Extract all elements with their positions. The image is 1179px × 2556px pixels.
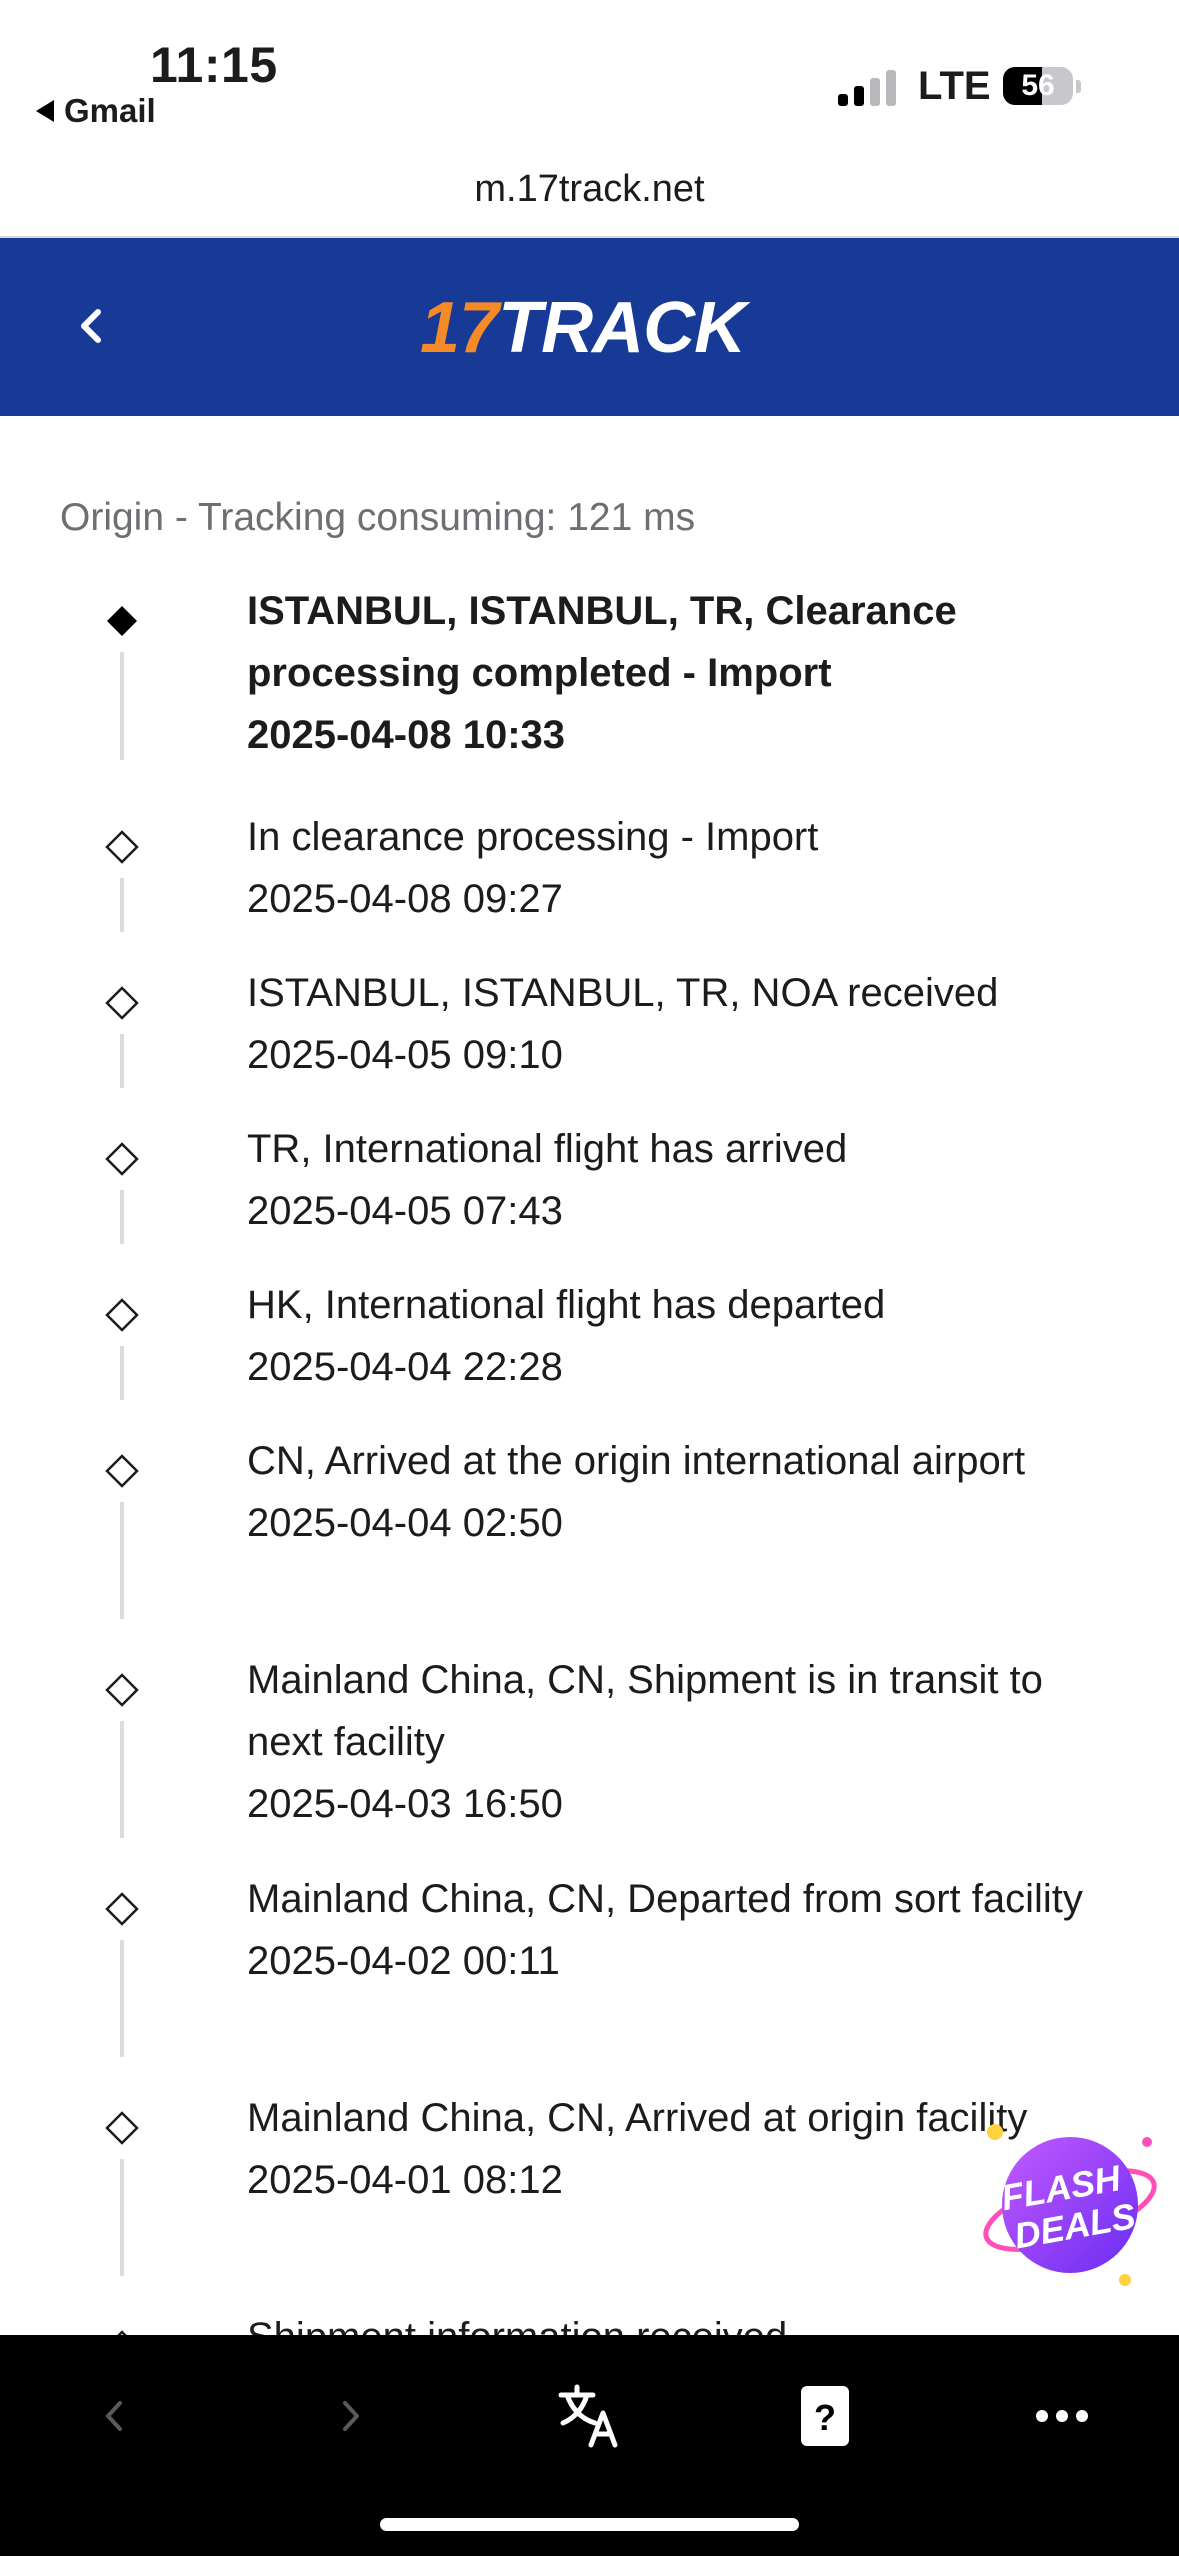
event-datetime: 2025-04-05 07:43 xyxy=(247,1189,563,1233)
flash-deals-icon: FLASH DEALS xyxy=(983,2124,1157,2286)
back-triangle-icon xyxy=(36,100,54,122)
current-status-diamond-icon xyxy=(107,606,137,636)
flash-deals-button[interactable]: FLASH DEALS xyxy=(975,2120,1165,2295)
event-description: ISTANBUL, ISTANBUL, TR, NOA received xyxy=(247,971,999,1015)
back-icon xyxy=(106,2401,122,2431)
logo-number: 17 xyxy=(420,288,499,368)
site-header: 17TRACK xyxy=(0,238,1179,416)
event-datetime: 2025-04-04 02:50 xyxy=(247,1501,563,1545)
timeline-connector xyxy=(120,2159,124,2276)
event-description: Shipment information received xyxy=(247,2306,1107,2335)
timeline-connector xyxy=(120,1346,124,1400)
timeline-connector xyxy=(120,1940,124,2057)
event-description: HK, International flight has departed xyxy=(247,1283,886,1327)
home-indicator xyxy=(380,2518,799,2531)
tracking-event-text: Shipment information received xyxy=(247,2306,1107,2335)
battery-icon: 56 xyxy=(1003,67,1081,105)
more-button[interactable] xyxy=(1017,2371,1107,2461)
tracking-subtitle: Origin - Tracking consuming: 121 ms xyxy=(60,496,696,539)
event-description: In clearance processing - Import xyxy=(247,815,819,859)
event-description: Mainland China, CN, Departed from sort f… xyxy=(247,1877,1083,1921)
back-to-app-link[interactable]: Gmail xyxy=(36,92,156,130)
event-datetime: 2025-04-02 00:11 xyxy=(247,1939,560,1983)
event-description: ISTANBUL, ISTANBUL, TR, Clearance proces… xyxy=(247,589,957,695)
more-icon xyxy=(1036,2410,1088,2422)
battery-level: 56 xyxy=(1021,69,1055,102)
event-datetime: 2025-04-03 16:50 xyxy=(247,1782,563,1826)
status-diamond-icon xyxy=(105,986,139,1020)
forward-icon xyxy=(343,2401,359,2431)
timeline-connector xyxy=(120,1721,124,1838)
event-description: CN, Arrived at the origin international … xyxy=(247,1439,1026,1483)
site-logo[interactable]: 17TRACK xyxy=(420,288,746,368)
status-diamond-icon xyxy=(105,1142,139,1176)
status-bar: 11:15 Gmail LTE 56 m.17track.net xyxy=(0,0,1179,238)
status-diamond-icon xyxy=(105,1892,139,1926)
status-diamond-icon xyxy=(105,830,139,864)
timeline-connector xyxy=(120,1034,124,1088)
chevron-left-icon xyxy=(81,309,101,343)
status-diamond-icon xyxy=(105,1454,139,1488)
help-icon: ? xyxy=(801,2386,849,2446)
translate-icon xyxy=(558,2384,618,2448)
back-button[interactable] xyxy=(70,2371,160,2461)
tracking-event-text: ISTANBUL, ISTANBUL, TR, Clearance proces… xyxy=(247,580,1107,766)
tracking-event-text: HK, International flight has departed 202… xyxy=(247,1274,1107,1398)
forward-button[interactable] xyxy=(305,2371,395,2461)
translate-button[interactable] xyxy=(545,2371,635,2461)
event-datetime: 2025-04-04 22:28 xyxy=(247,1345,563,1389)
timeline-connector xyxy=(120,1190,124,1244)
event-datetime: 2025-04-05 09:10 xyxy=(247,1033,563,1077)
back-app-label: Gmail xyxy=(64,92,156,129)
timeline-connector xyxy=(120,1502,124,1619)
event-datetime: 2025-04-08 09:27 xyxy=(247,877,563,921)
event-description: Mainland China, CN, Shipment is in trans… xyxy=(247,1658,1043,1764)
tracking-event-text: ISTANBUL, ISTANBUL, TR, NOA received 2025… xyxy=(247,962,1107,1086)
event-description: TR, International flight has arrived xyxy=(247,1127,848,1171)
timeline-connector xyxy=(120,878,124,932)
svg-text:?: ? xyxy=(814,2397,836,2438)
header-back-button[interactable] xyxy=(62,296,122,356)
tracking-timeline: ISTANBUL, ISTANBUL, TR, Clearance proces… xyxy=(0,580,1179,2335)
url-bar[interactable]: m.17track.net xyxy=(0,168,1179,211)
tracking-event-text: TR, International flight has arrived 2025… xyxy=(247,1118,1107,1242)
timeline-connector xyxy=(120,652,124,760)
status-time: 11:15 xyxy=(150,37,278,93)
tracking-event-text: Mainland China, CN, Shipment is in trans… xyxy=(247,1649,1107,1835)
status-diamond-icon xyxy=(105,1673,139,1707)
tracking-event-text: In clearance processing - Import 2025-04-… xyxy=(247,806,1107,930)
cellular-signal-icon xyxy=(838,66,902,106)
status-diamond-icon xyxy=(105,1298,139,1332)
network-type: LTE xyxy=(918,64,991,108)
event-datetime: 2025-04-08 10:33 xyxy=(247,713,566,757)
status-diamond-icon xyxy=(105,2111,139,2145)
tracking-event-text: Mainland China, CN, Departed from sort f… xyxy=(247,1868,1107,1992)
logo-word: TRACK xyxy=(498,288,746,368)
tracking-event-text: CN, Arrived at the origin international … xyxy=(247,1430,1107,1554)
help-button[interactable]: ? xyxy=(780,2371,870,2461)
